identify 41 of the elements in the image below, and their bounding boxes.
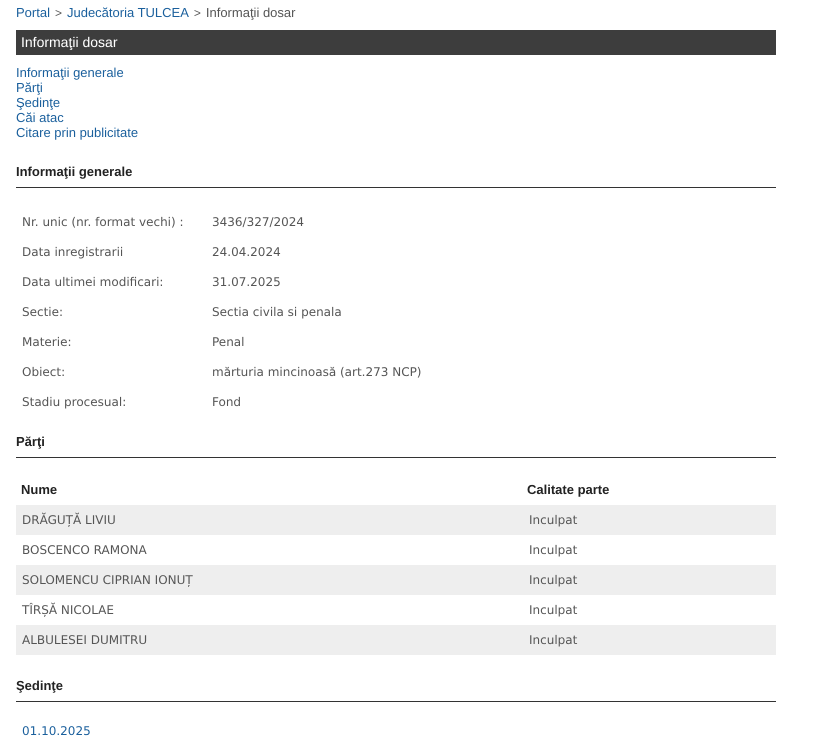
breadcrumb-separator: > [194, 4, 201, 22]
section-link[interactable]: Informaţii generale [16, 65, 124, 80]
table-cell-text: Inculpat [529, 632, 578, 649]
column-header: Nume [20, 481, 58, 500]
breadcrumb-link[interactable]: Portal [16, 2, 50, 22]
field-label: Data ultimei modificari: [21, 274, 164, 291]
title-bar: Informaţii dosar [16, 30, 776, 55]
section-link[interactable]: Căi atac [16, 110, 64, 125]
table-cell-text: Inculpat [529, 512, 578, 529]
field-label: Sectie: [21, 304, 64, 321]
section-link[interactable]: Citare prin publicitate [16, 125, 138, 140]
breadcrumb-current: Informaţii dosar [206, 4, 296, 22]
breadcrumb-separator: > [54, 4, 62, 22]
table-cell-text: Inculpat [529, 602, 578, 619]
table-cell-text: Inculpat [529, 572, 578, 589]
table-cell-text: TÎRȘĂ NICOLAE [21, 602, 115, 619]
table-cell-text: DRĂGUȚĂ LIVIU [21, 512, 117, 529]
table-cell-text: SOLOMENCU CIPRIAN IONUȚ [21, 572, 194, 589]
field-value: 31.07.2025 [212, 274, 281, 291]
field-value: Fond [212, 394, 242, 411]
field-label: Obiect: [21, 364, 66, 381]
field-label: Data inregistrarii [21, 244, 124, 261]
section-heading: Informaţii generale [16, 164, 132, 179]
table-cell-text: ALBULESEI DUMITRU [21, 632, 148, 649]
table-cell-text: BOSCENCO RAMONA [21, 542, 148, 559]
section-link[interactable]: Şedinţe [16, 95, 60, 110]
field-label: Nr. unic (nr. format vechi) : [21, 214, 185, 231]
field-value: Sectia civila si penala [212, 304, 342, 321]
section-heading: Şedinţe [16, 678, 63, 693]
column-header: Calitate parte [527, 481, 610, 500]
field-value: mărturia mincinoasă (art.273 NCP) [212, 364, 422, 381]
table-cell-text: Inculpat [529, 542, 578, 559]
section-link[interactable]: Părţi [16, 80, 43, 95]
section-heading: Părţi [16, 434, 45, 449]
breadcrumb-link[interactable]: Judecătoria TULCEA [66, 2, 189, 22]
hearing-date-link[interactable]: 01.10.2025 [22, 724, 91, 738]
field-value: 3436/327/2024 [212, 214, 304, 231]
field-value: 24.04.2024 [212, 244, 281, 261]
field-label: Materie: [21, 334, 72, 351]
field-label: Stadiu procesual: [21, 394, 128, 411]
field-value: Penal [212, 334, 244, 351]
